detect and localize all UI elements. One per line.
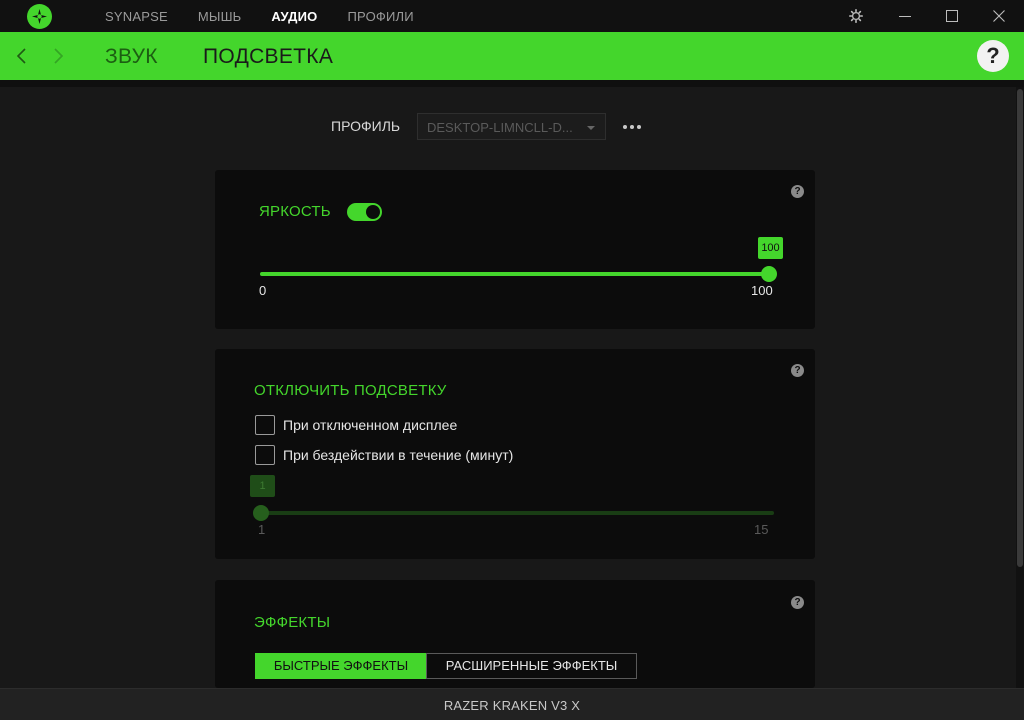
effects-title: ЭФФЕКТЫ <box>254 614 331 631</box>
toggle-knob <box>366 205 380 219</box>
device-footer: RAZER KRAKEN V3 X <box>0 688 1024 720</box>
scrollbar-thumb[interactable] <box>1017 89 1023 567</box>
effects-help-icon[interactable]: ? <box>791 596 804 609</box>
effects-card: ? ЭФФЕКТЫ БЫСТРЫЕ ЭФФЕКТЫ РАСШИРЕННЫЕ ЭФ… <box>215 580 815 688</box>
idle-label: При бездействии в течение (минут) <box>283 447 514 463</box>
idle-checkbox[interactable] <box>255 445 275 465</box>
brightness-slider-track[interactable] <box>260 272 768 276</box>
chevron-down-icon <box>587 126 595 130</box>
idle-slider-thumb[interactable] <box>253 505 269 521</box>
brightness-title: ЯРКОСТЬ <box>259 203 331 220</box>
advanced-effects-tab[interactable]: РАСШИРЕННЫЕ ЭФФЕКТЫ <box>426 653 637 679</box>
tab-synapse[interactable]: SYNAPSE <box>90 0 183 32</box>
idle-slider-track[interactable] <box>260 511 774 515</box>
idle-min-label: 1 <box>258 522 266 537</box>
brightness-min-label: 0 <box>259 283 267 298</box>
idle-value-tooltip: 1 <box>250 475 275 497</box>
sub-header: ЗВУК ПОДСВЕТКА <box>0 32 1024 80</box>
back-arrow-icon[interactable] <box>12 44 32 68</box>
forward-arrow-icon[interactable] <box>48 44 68 68</box>
tab-audio[interactable]: АУДИО <box>256 0 332 32</box>
display-off-label: При отключенном дисплее <box>283 417 458 433</box>
brightness-value-tooltip: 100 <box>758 237 783 259</box>
help-button[interactable]: ? <box>977 40 1009 72</box>
brightness-toggle[interactable] <box>347 203 382 221</box>
tab-mouse[interactable]: МЫШЬ <box>183 0 257 32</box>
idle-max-label: 15 <box>754 522 769 537</box>
tab-lighting[interactable]: ПОДСВЕТКА <box>203 32 333 80</box>
top-nav: SYNAPSE МЫШЬ АУДИО ПРОФИЛИ <box>90 0 429 32</box>
lighting-off-title: ОТКЛЮЧИТЬ ПОДСВЕТКУ <box>254 382 447 399</box>
lighting-off-help-icon[interactable]: ? <box>791 364 804 377</box>
profile-dropdown[interactable]: DESKTOP-LIMNCLL-D... <box>417 113 606 140</box>
razer-logo-icon[interactable] <box>27 4 52 29</box>
tab-profiles[interactable]: ПРОФИЛИ <box>332 0 428 32</box>
lighting-off-card: ? ОТКЛЮЧИТЬ ПОДСВЕТКУ При отключенном ди… <box>215 349 815 559</box>
profile-label: ПРОФИЛЬ <box>331 118 401 134</box>
minimize-icon[interactable] <box>882 0 928 32</box>
tab-sound[interactable]: ЗВУК <box>105 32 158 80</box>
device-name[interactable]: RAZER KRAKEN V3 X <box>0 698 1024 713</box>
quick-effects-tab[interactable]: БЫСТРЫЕ ЭФФЕКТЫ <box>255 653 427 679</box>
maximize-icon[interactable] <box>929 0 975 32</box>
brightness-slider-thumb[interactable] <box>761 266 777 282</box>
brightness-max-label: 100 <box>751 283 773 298</box>
brightness-card: ? ЯРКОСТЬ 100 0 100 <box>215 170 815 329</box>
profile-dropdown-value: DESKTOP-LIMNCLL-D... <box>427 120 573 135</box>
close-icon[interactable] <box>976 0 1022 32</box>
display-off-checkbox[interactable] <box>255 415 275 435</box>
more-options-icon[interactable] <box>622 118 642 134</box>
title-bar: SYNAPSE МЫШЬ АУДИО ПРОФИЛИ <box>0 0 1024 32</box>
brightness-help-icon[interactable]: ? <box>791 185 804 198</box>
settings-gear-icon[interactable] <box>833 0 879 32</box>
